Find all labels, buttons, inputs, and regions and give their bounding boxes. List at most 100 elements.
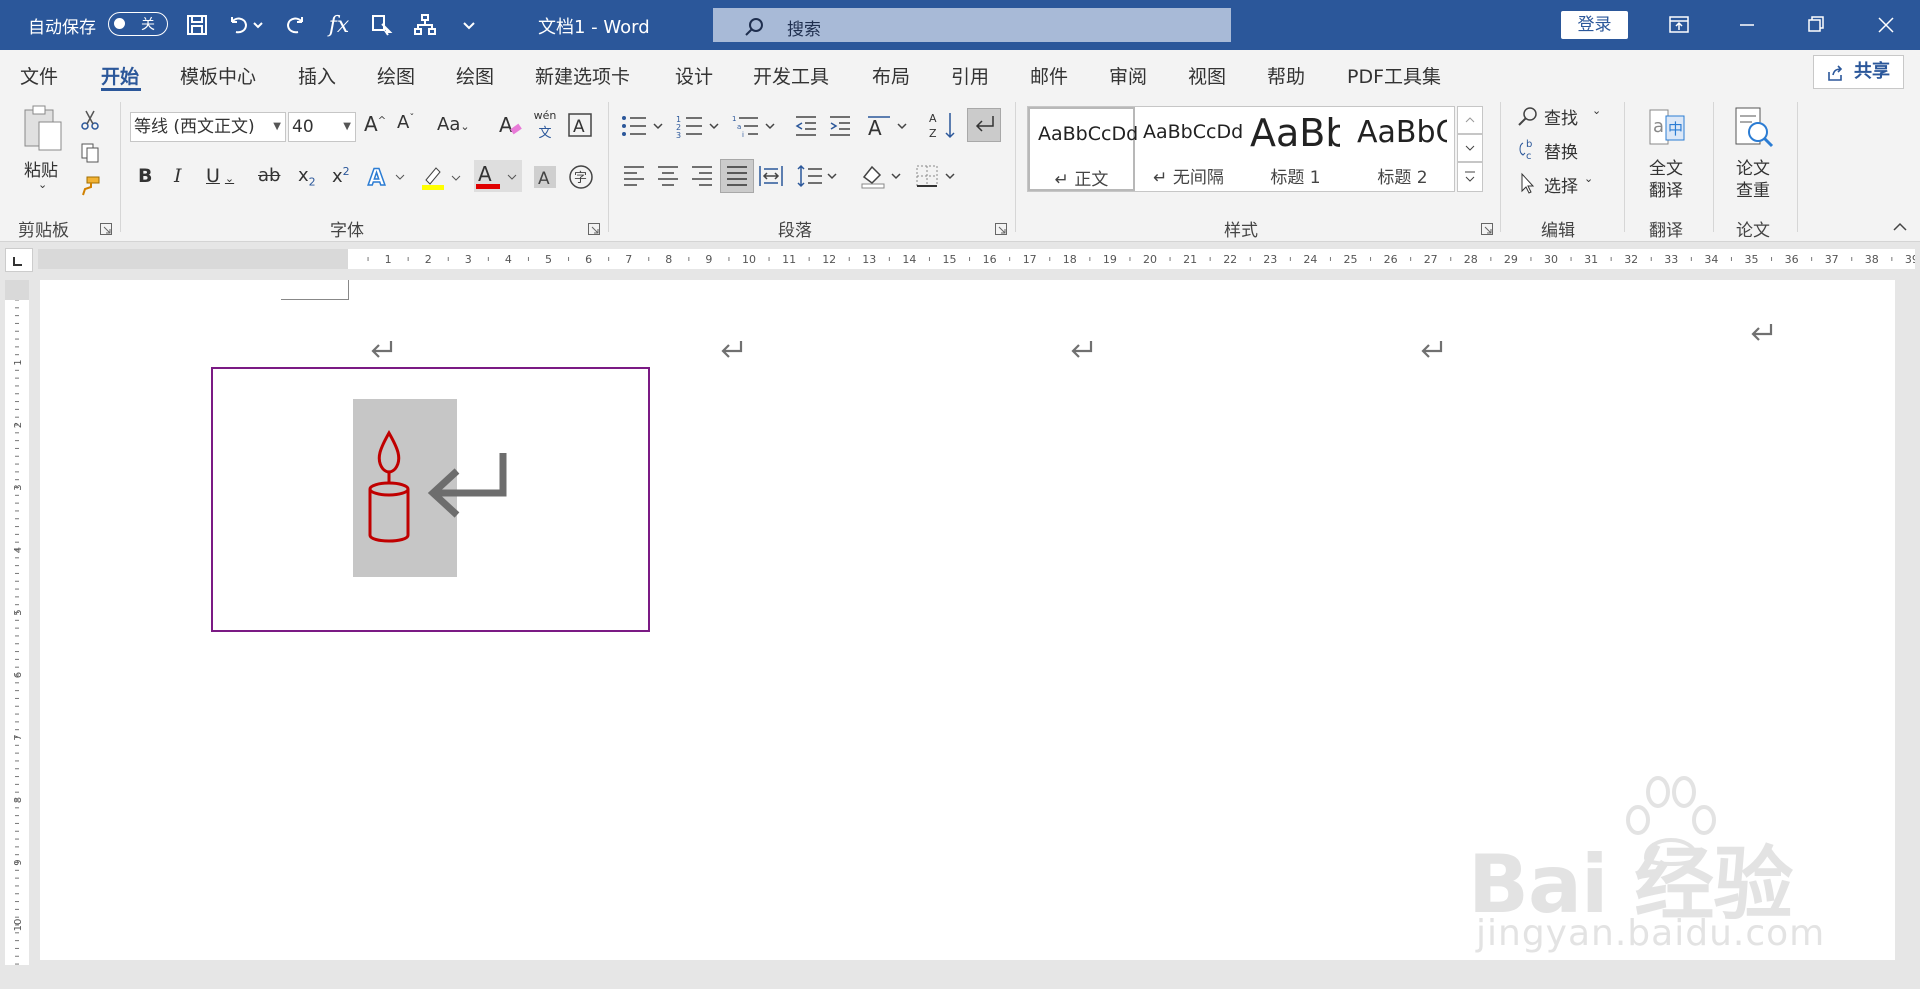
distributed-icon[interactable] xyxy=(756,162,786,190)
restore-icon[interactable] xyxy=(1795,10,1835,40)
justify-icon[interactable] xyxy=(720,159,754,193)
replace-icon[interactable]: bc xyxy=(1516,136,1540,162)
ribbon-display-icon[interactable] xyxy=(1658,10,1698,40)
gallery-scroll-up-icon[interactable] xyxy=(1457,106,1483,134)
grow-font-icon[interactable]: A^ xyxy=(364,112,386,136)
shading-icon[interactable] xyxy=(860,162,906,190)
paragraph-launcher-icon[interactable] xyxy=(995,220,1007,235)
replace-label[interactable]: 替换 xyxy=(1544,138,1578,163)
align-left-icon[interactable] xyxy=(620,162,648,190)
align-right-icon[interactable] xyxy=(688,162,716,190)
vertical-ruler[interactable]: 1234567891011 xyxy=(5,280,29,989)
shrink-font-icon[interactable]: Aˇ xyxy=(397,112,414,133)
find-icon[interactable] xyxy=(1516,104,1540,130)
horizontal-ruler[interactable]: 7654321123456789101112131415161718192021… xyxy=(38,249,1919,269)
bullets-icon[interactable] xyxy=(620,112,668,140)
tab-draw[interactable]: 绘图 xyxy=(377,62,415,89)
tab-new-tab[interactable]: 新建选项卡 xyxy=(535,62,630,89)
character-shading-icon[interactable]: A xyxy=(530,162,560,192)
tab-selector[interactable] xyxy=(5,248,33,272)
tab-pdf-tools[interactable]: PDF工具集 xyxy=(1347,62,1441,89)
gallery-scroll-down-icon[interactable] xyxy=(1457,134,1483,162)
selected-table-cell[interactable] xyxy=(211,367,650,632)
redo-icon[interactable] xyxy=(278,10,312,40)
cut-icon[interactable] xyxy=(78,108,102,132)
select-dropdown-icon[interactable]: ⌄ xyxy=(1584,172,1593,185)
clear-formatting-icon[interactable]: A xyxy=(496,110,524,140)
find-label[interactable]: 查找 xyxy=(1544,104,1578,129)
paste-icon[interactable] xyxy=(20,104,66,154)
highlight-color-icon[interactable] xyxy=(420,162,466,192)
clipboard-launcher-icon[interactable] xyxy=(100,220,112,235)
subscript-icon[interactable]: x2 xyxy=(298,165,316,189)
superscript-icon[interactable]: x2 xyxy=(332,165,350,187)
show-formatting-marks-icon[interactable] xyxy=(967,108,1001,142)
format-painter-icon[interactable] xyxy=(78,174,102,198)
style-normal[interactable]: AaBbCcDd ↵ 正文 xyxy=(1028,107,1138,191)
tab-file[interactable]: 文件 xyxy=(20,62,58,89)
borders-icon[interactable] xyxy=(914,162,960,190)
minimize-icon[interactable] xyxy=(1727,10,1767,40)
document-page[interactable]: Bai 经验 jingyan.baidu.com xyxy=(40,280,1895,960)
customize-qat-icon[interactable] xyxy=(452,10,486,40)
tab-insert[interactable]: 插入 xyxy=(298,62,336,89)
tab-draw-2[interactable]: 绘图 xyxy=(456,62,494,89)
enclose-characters-icon[interactable]: 字 xyxy=(566,162,596,192)
undo-dropdown-icon[interactable] xyxy=(250,10,266,40)
strikethrough-icon[interactable]: ab xyxy=(258,165,280,186)
styles-launcher-icon[interactable] xyxy=(1481,220,1493,235)
gallery-more-icon[interactable] xyxy=(1457,162,1483,192)
multilevel-list-icon[interactable]: 1ai xyxy=(732,112,780,140)
style-heading-2[interactable]: AaBbC 标题 2 xyxy=(1349,107,1456,191)
share-button[interactable]: 共享 xyxy=(1813,55,1904,89)
tab-home[interactable]: 开始 xyxy=(101,62,139,89)
tab-layout[interactable]: 布局 xyxy=(872,62,910,89)
text-direction-icon[interactable]: A xyxy=(866,112,912,140)
org-chart-icon[interactable] xyxy=(408,10,442,40)
autosave-toggle[interactable]: 关 xyxy=(108,12,168,36)
tab-design[interactable]: 设计 xyxy=(675,62,713,89)
numbering-icon[interactable]: 123 xyxy=(676,112,724,140)
underline-icon[interactable]: U ⌄ xyxy=(206,165,234,187)
select-objects-icon[interactable] xyxy=(365,10,399,40)
paper-check-icon[interactable] xyxy=(1730,104,1776,150)
font-color-icon[interactable]: A xyxy=(474,160,522,192)
login-button[interactable]: 登录 xyxy=(1561,11,1628,39)
tab-help[interactable]: 帮助 xyxy=(1267,62,1305,89)
find-dropdown-icon[interactable]: ⌄ xyxy=(1592,104,1601,117)
tab-template-center[interactable]: 模板中心 xyxy=(180,62,256,89)
style-no-spacing[interactable]: AaBbCcDd ↵ 无间隔 xyxy=(1135,107,1243,191)
copy-icon[interactable] xyxy=(78,141,102,165)
font-launcher-icon[interactable] xyxy=(588,220,600,235)
tab-view[interactable]: 视图 xyxy=(1188,62,1226,89)
paste-dropdown-icon[interactable]: ⌄ xyxy=(38,178,47,191)
font-size-select[interactable]: 40 ▼ xyxy=(288,112,356,142)
translate-icon[interactable]: a中 xyxy=(1644,104,1690,150)
change-case-icon[interactable]: Aa⌄ xyxy=(437,114,470,135)
tab-references[interactable]: 引用 xyxy=(951,62,989,89)
text-effects-icon[interactable]: A xyxy=(366,162,410,192)
tab-mailings[interactable]: 邮件 xyxy=(1030,62,1068,89)
formula-icon[interactable]: fx xyxy=(322,10,356,40)
sort-icon[interactable]: AZ xyxy=(928,110,958,140)
line-spacing-icon[interactable] xyxy=(796,162,842,190)
tab-review[interactable]: 审阅 xyxy=(1109,62,1147,89)
align-center-icon[interactable] xyxy=(654,162,682,190)
character-border-icon[interactable]: A xyxy=(566,110,594,140)
select-label[interactable]: 选择 xyxy=(1544,172,1578,197)
close-icon[interactable] xyxy=(1866,10,1906,40)
style-heading-1[interactable]: AaBb 标题 1 xyxy=(1242,107,1349,191)
decrease-indent-icon[interactable] xyxy=(792,112,820,140)
paper-check-label-2[interactable]: 查重 xyxy=(1736,176,1770,201)
phonetic-guide-icon[interactable]: wén 文 xyxy=(530,108,560,142)
search-box[interactable]: 搜索 xyxy=(713,8,1231,42)
increase-indent-icon[interactable] xyxy=(826,112,854,140)
collapse-ribbon-icon[interactable] xyxy=(1890,220,1910,234)
save-icon[interactable] xyxy=(180,10,214,40)
bold-icon[interactable]: B xyxy=(138,165,152,187)
font-name-select[interactable]: 等线 (西文正文) ▼ xyxy=(130,112,286,142)
translate-label-2[interactable]: 翻译 xyxy=(1649,176,1683,201)
select-arrow-icon[interactable] xyxy=(1516,170,1540,196)
tab-developer[interactable]: 开发工具 xyxy=(753,62,829,89)
italic-icon[interactable]: I xyxy=(174,165,182,187)
